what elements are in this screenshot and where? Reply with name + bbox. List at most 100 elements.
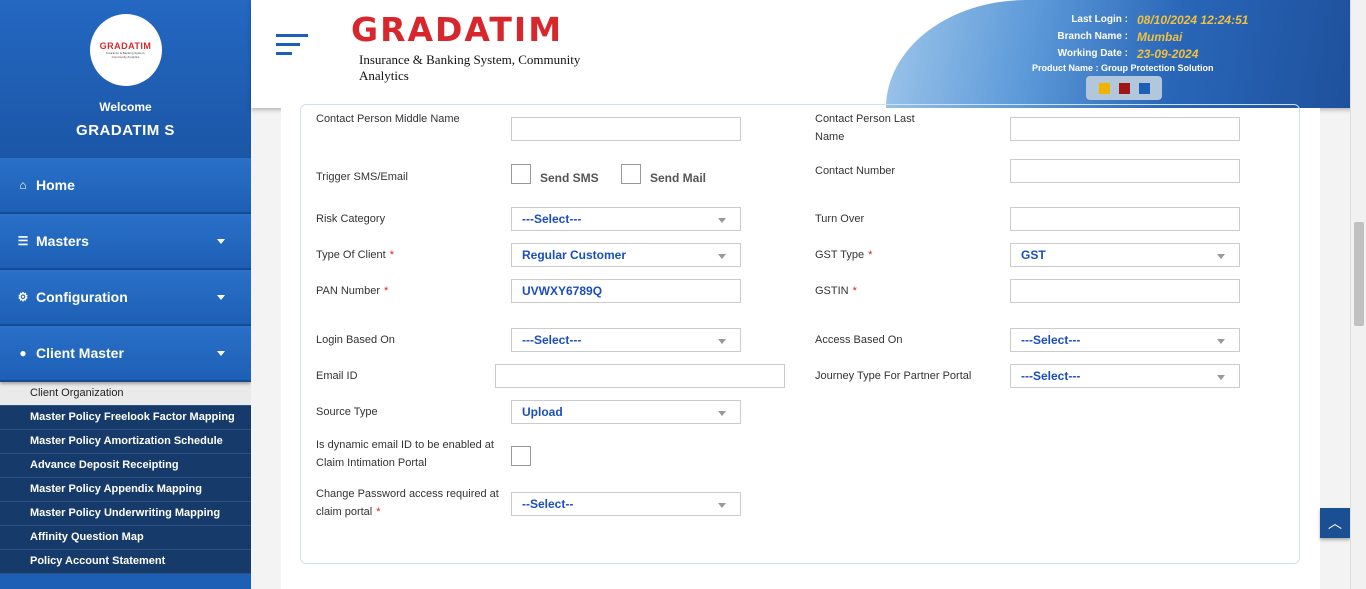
session-info: Last Login : 08/10/2024 12:24:51 Branch N…: [1026, 11, 1248, 62]
menu-client-master[interactable]: ● Client Master: [0, 326, 251, 382]
send-mail-label: Send Mail: [650, 171, 707, 185]
submenu-item[interactable]: Client Organization: [0, 382, 251, 406]
menu-home-label: Home: [36, 177, 75, 193]
avatar-logo-sub: Insurance & Banking System, Community An…: [105, 51, 146, 59]
source-type-label: Source Type: [316, 406, 378, 418]
dynamic-email-label: Is dynamic email ID to be enabled at Cla…: [316, 439, 494, 469]
contact-middle-input[interactable]: [511, 117, 741, 141]
source-type-select[interactable]: Upload: [511, 400, 741, 424]
access-based-select[interactable]: ---Select---: [1010, 328, 1240, 352]
username: GRADATIM S: [76, 122, 175, 139]
gst-type-select[interactable]: GST: [1010, 243, 1240, 267]
sidebar: GRADATIM Insurance & Banking System, Com…: [0, 0, 251, 589]
menu-masters-label: Masters: [36, 233, 89, 249]
email-label: Email ID: [316, 370, 358, 382]
send-sms-label: Send SMS: [540, 171, 599, 185]
risk-category-label: Risk Category: [316, 213, 386, 225]
theme-yellow-button[interactable]: [1098, 82, 1110, 94]
product-name: Product Name : Group Protection Solution: [1032, 63, 1214, 73]
chevron-down-icon: [217, 351, 225, 356]
menu-home[interactable]: ⌂ Home: [0, 158, 251, 214]
user-icon: ●: [19, 346, 27, 360]
theme-switcher: [1086, 76, 1162, 100]
journey-type-select[interactable]: ---Select---: [1010, 364, 1240, 388]
menu-masters[interactable]: ☰ Masters: [0, 214, 251, 270]
main-content: Contact Person Middle Name Contact Perso…: [281, 104, 1320, 589]
gst-type-label-text: GST Type: [815, 249, 865, 261]
submenu-item[interactable]: Master Policy Amortization Schedule: [0, 430, 251, 454]
contact-last-input[interactable]: [1010, 117, 1240, 141]
change-password-select[interactable]: --Select--: [511, 492, 741, 516]
form-card: Contact Person Middle Name Contact Perso…: [300, 104, 1300, 564]
type-of-client-label: Type Of Client *: [316, 246, 394, 264]
welcome-text: Welcome: [99, 100, 152, 114]
logo-tagline: Insurance & Banking System, Community An…: [359, 52, 581, 83]
required-mark: *: [383, 285, 389, 297]
required-mark: *: [868, 249, 873, 261]
working-date-label: Working Date :: [1057, 48, 1128, 59]
top-header: GRADATIM Insurance & Banking System, Com…: [251, 0, 1366, 108]
client-master-submenu: Client Organization Master Policy Freelo…: [0, 382, 251, 574]
email-input[interactable]: [495, 364, 785, 388]
avatar: GRADATIM Insurance & Banking System, Com…: [89, 14, 162, 86]
theme-red-button[interactable]: [1118, 82, 1130, 94]
submenu-item[interactable]: Affinity Question Map: [0, 526, 251, 550]
change-password-label: Change Password access required at claim…: [316, 485, 506, 521]
turn-over-input[interactable]: [1010, 207, 1240, 231]
chevron-down-icon: [217, 295, 225, 300]
submenu-item[interactable]: Master Policy Underwriting Mapping: [0, 502, 251, 526]
branch-value: Mumbai: [1137, 29, 1183, 44]
pan-label: PAN Number *: [316, 282, 388, 300]
menu-client-master-label: Client Master: [36, 345, 124, 361]
session-banner: Last Login : 08/10/2024 12:24:51 Branch N…: [886, 0, 1366, 108]
pan-input[interactable]: UVWXY6789Q: [511, 279, 741, 303]
send-sms-checkbox[interactable]: [511, 164, 531, 184]
contact-last-label: Contact Person Last Name: [815, 113, 915, 143]
avatar-logo-text: GRADATIM: [99, 41, 152, 51]
database-icon: ☰: [17, 234, 29, 248]
login-based-label: Login Based On: [316, 334, 395, 346]
change-password-label-text: Change Password access required at claim…: [316, 488, 499, 518]
working-date-value: 23-09-2024: [1137, 46, 1199, 61]
type-of-client-label-text: Type Of Client: [316, 249, 386, 261]
required-mark: *: [389, 249, 394, 261]
turn-over-label: Turn Over: [815, 213, 865, 225]
last-login-value: 08/10/2024 12:24:51: [1137, 12, 1249, 27]
required-mark: *: [376, 506, 381, 518]
hamburger-menu-icon[interactable]: [276, 34, 308, 61]
last-login-label: Last Login :: [1071, 14, 1128, 25]
profile-panel: GRADATIM Insurance & Banking System, Com…: [0, 0, 251, 158]
scroll-to-top-button[interactable]: ︿: [1320, 508, 1350, 538]
home-icon: ⌂: [19, 178, 27, 192]
gears-icon: ⚙: [17, 290, 29, 304]
submenu-item[interactable]: Master Policy Appendix Mapping: [0, 478, 251, 502]
brand-logo: GRADATIM Insurance & Banking System, Com…: [351, 10, 599, 84]
gstin-input[interactable]: [1010, 279, 1240, 303]
branch-label: Branch Name :: [1057, 31, 1128, 42]
theme-blue-button[interactable]: [1138, 82, 1150, 94]
menu-configuration-label: Configuration: [36, 289, 128, 305]
trigger-label: Trigger SMS/Email: [316, 171, 408, 183]
login-based-select[interactable]: ---Select---: [511, 328, 741, 352]
gstin-label-text: GSTIN: [815, 285, 849, 297]
contact-number-input[interactable]: [1010, 159, 1240, 183]
access-based-label: Access Based On: [815, 334, 903, 346]
scrollbar-thumb[interactable]: [1354, 222, 1364, 326]
contact-middle-label: Contact Person Middle Name: [316, 113, 460, 125]
chevron-down-icon: [217, 239, 225, 244]
type-of-client-select[interactable]: Regular Customer: [511, 243, 741, 267]
page-scrollbar[interactable]: [1350, 0, 1366, 589]
gst-type-label: GST Type *: [815, 246, 872, 264]
submenu-item[interactable]: Master Policy Freelook Factor Mapping: [0, 406, 251, 430]
chevron-up-icon: ︿: [1328, 515, 1342, 531]
menu-configuration[interactable]: ⚙ Configuration: [0, 270, 251, 326]
send-mail-checkbox[interactable]: [621, 164, 641, 184]
dynamic-email-checkbox[interactable]: [511, 446, 531, 466]
submenu-item[interactable]: Policy Account Statement: [0, 550, 251, 574]
pan-label-text: PAN Number: [316, 285, 380, 297]
submenu-item[interactable]: Advance Deposit Receipting: [0, 454, 251, 478]
logo-title: GRADATIM: [351, 10, 564, 49]
risk-category-select[interactable]: ---Select---: [511, 207, 741, 231]
required-mark: *: [852, 285, 857, 297]
gstin-label: GSTIN *: [815, 282, 857, 300]
